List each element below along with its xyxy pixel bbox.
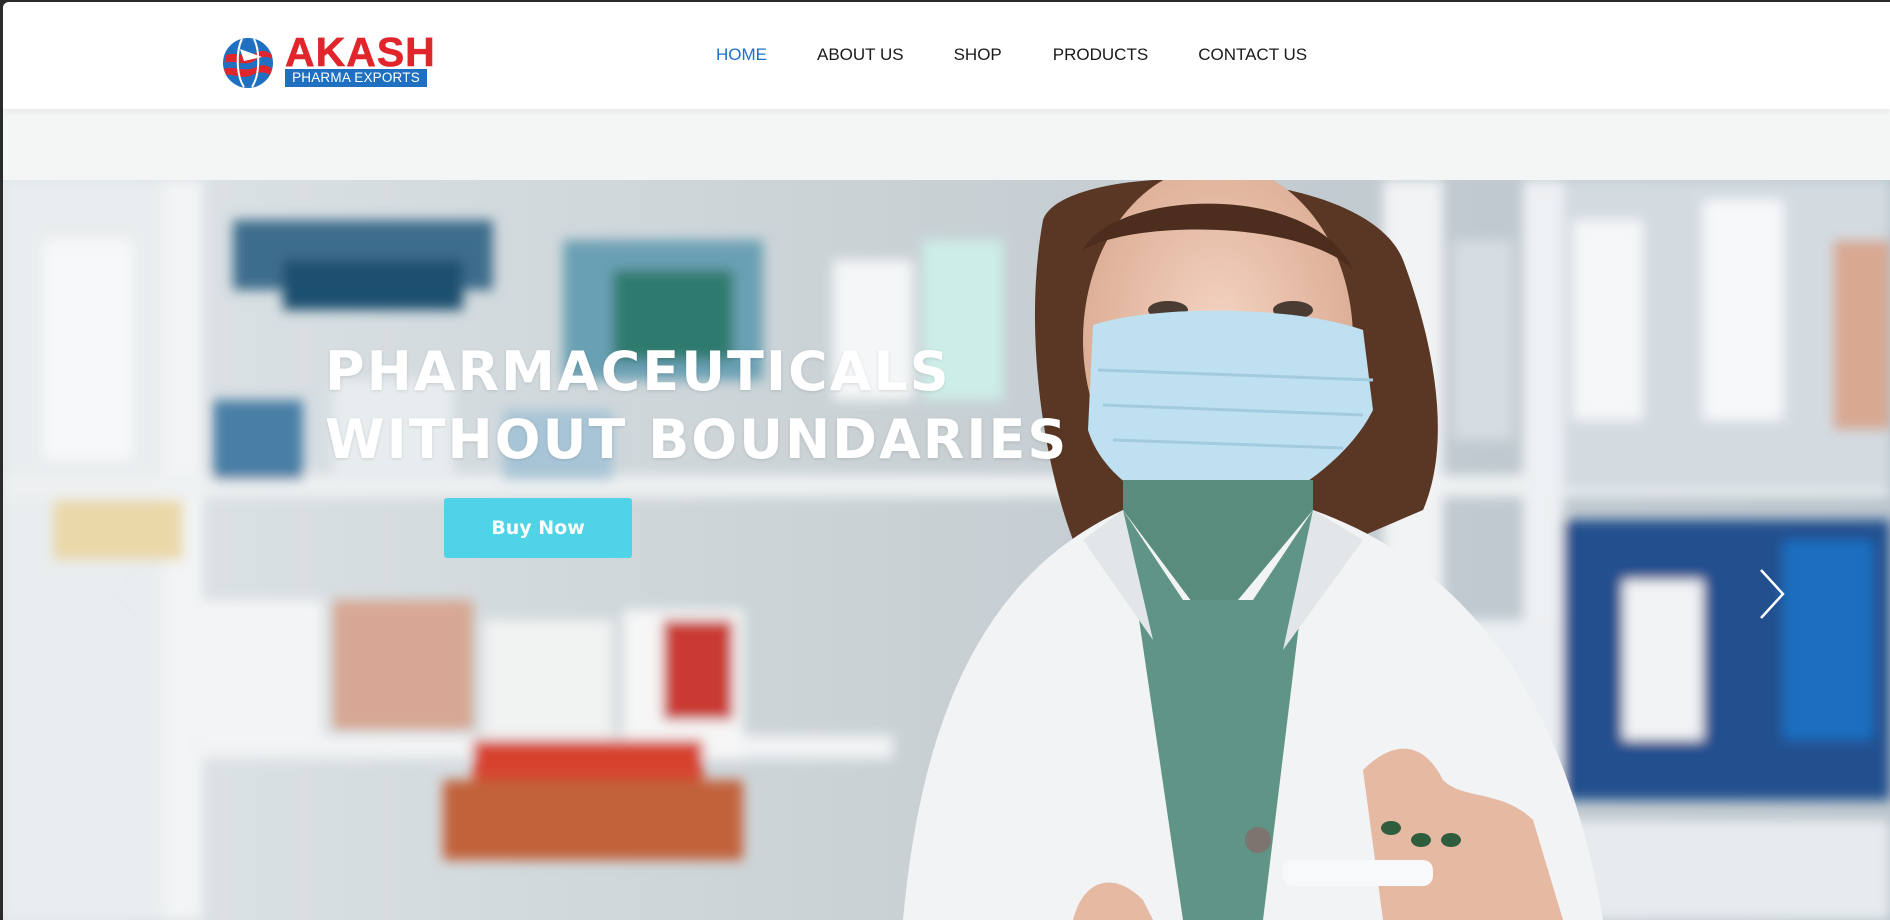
globe-logo-icon	[223, 38, 273, 88]
hero-headline-line-2: WITHOUT BOUNDARIES	[325, 408, 1069, 471]
main-nav: HOME ABOUT US SHOP PRODUCTS CONTACT US	[716, 45, 1307, 65]
nav-shop[interactable]: SHOP	[954, 45, 1002, 65]
brand-logo[interactable]: AKASH PHARMA EXPORTS	[222, 31, 435, 88]
browser-page: AKASH PHARMA EXPORTS HOME ABOUT US SHOP …	[3, 2, 1890, 920]
nav-products[interactable]: PRODUCTS	[1053, 45, 1148, 65]
buy-now-button[interactable]: Buy Now	[444, 498, 632, 558]
nav-contact-us[interactable]: CONTACT US	[1198, 45, 1307, 65]
hero-slider: PHARMACEUTICALS WITHOUT BOUNDARIES Buy N…	[3, 180, 1890, 920]
chevron-left-icon[interactable]	[111, 568, 141, 620]
site-header: AKASH PHARMA EXPORTS HOME ABOUT US SHOP …	[3, 2, 1890, 109]
brand-name: AKASH	[285, 29, 436, 75]
brand-tagline: PHARMA EXPORTS	[285, 69, 427, 87]
hero-headline-line-1: PHARMACEUTICALS	[325, 340, 951, 403]
nav-home[interactable]: HOME	[716, 45, 767, 65]
hero-headline: PHARMACEUTICALS WITHOUT BOUNDARIES	[325, 338, 1068, 474]
pharmacist-in-mask-photo	[3, 180, 1890, 920]
nav-about-us[interactable]: ABOUT US	[817, 45, 904, 65]
chevron-right-icon[interactable]	[1757, 568, 1787, 620]
